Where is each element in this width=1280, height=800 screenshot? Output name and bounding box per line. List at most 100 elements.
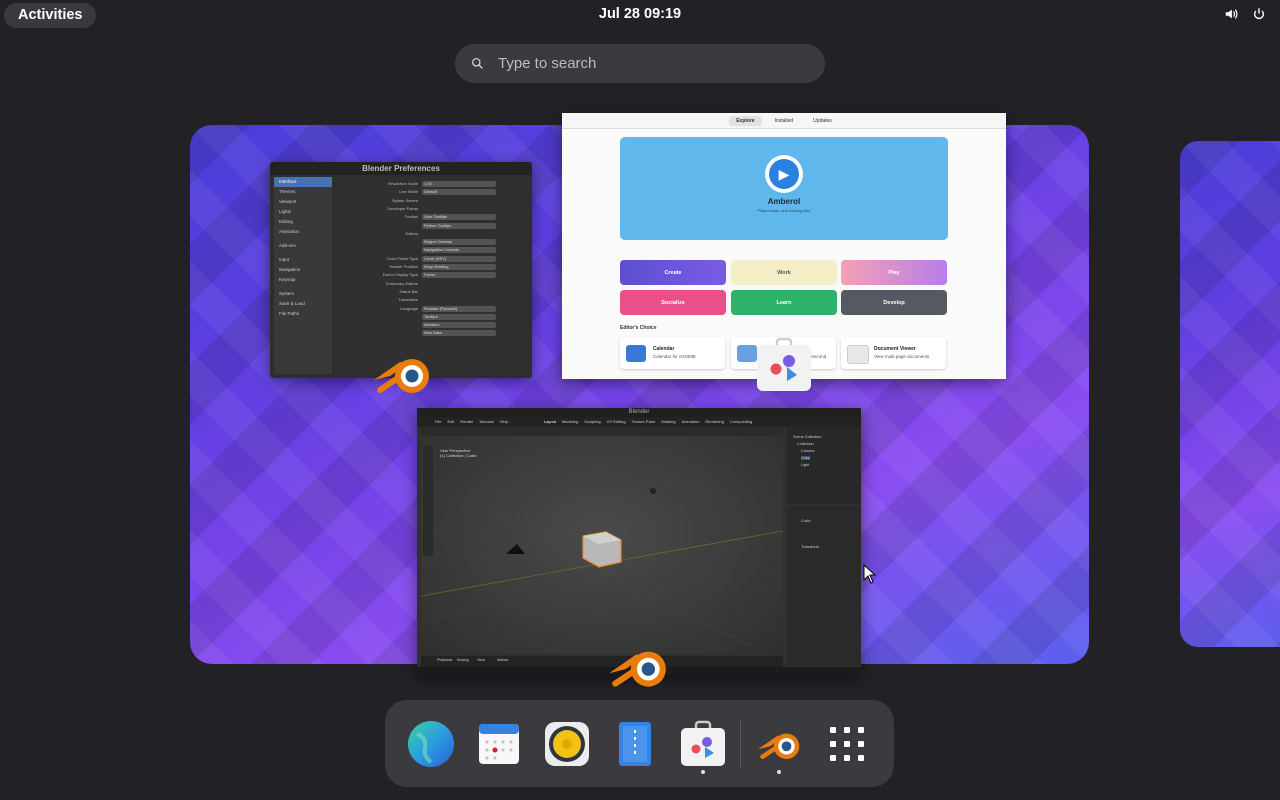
- prefs-sidebar-item[interactable]: Save & Load: [274, 299, 332, 309]
- search-bar[interactable]: [455, 44, 825, 83]
- tab-updates[interactable]: Updates: [806, 116, 839, 126]
- blender-menubar[interactable]: File Edit Render Window Help Layout Modeling Sc…: [417, 417, 861, 427]
- blender-workspace-tab[interactable]: Modeling: [562, 417, 578, 427]
- blender-menu-item[interactable]: Edit: [447, 417, 454, 427]
- outliner-item[interactable]: Scene Collection: [793, 435, 822, 439]
- prefs-sidebar-item[interactable]: Navigation: [274, 265, 332, 275]
- clock[interactable]: Jul 28 09:19: [560, 6, 720, 22]
- blender-icon: [609, 651, 666, 687]
- prefs-row-value[interactable]: Default: [422, 189, 496, 196]
- prefs-sidebar-item[interactable]: Editing: [274, 217, 332, 227]
- app-card-calendar[interactable]: Calendar Calendar for GNOME: [620, 337, 725, 369]
- tool-shelf[interactable]: [423, 446, 433, 556]
- properties-panel[interactable]: Cube Transform: [787, 506, 861, 666]
- blender-workspace-tab[interactable]: Rendering: [705, 417, 723, 427]
- software-icon[interactable]: [679, 720, 727, 768]
- globe-icon[interactable]: [407, 720, 455, 768]
- outliner-item[interactable]: Collection: [797, 442, 814, 446]
- blender-workspace-tab[interactable]: Layout: [544, 417, 556, 427]
- blender-menu-item[interactable]: Help: [500, 417, 508, 427]
- app-card-document-viewer[interactable]: Document Viewer View multi-page document…: [841, 337, 946, 369]
- app-grid-icon[interactable]: [823, 720, 871, 768]
- prefs-row-value[interactable]: Region Overlap: [422, 239, 496, 246]
- prefs-row-value[interactable]: New Data: [422, 330, 496, 337]
- prefs-sidebar-item[interactable]: Viewport: [274, 197, 332, 207]
- blender-icon: [374, 359, 429, 393]
- window-blender[interactable]: Blender File Edit Render Window Help Layout Mo…: [417, 408, 861, 675]
- outliner-item[interactable]: Cube: [801, 456, 811, 460]
- timeline-menu-item[interactable]: View: [477, 658, 485, 662]
- prefs-row-value[interactable]: Tooltips: [422, 313, 496, 320]
- blender-workspace-tab[interactable]: Animation: [682, 417, 700, 427]
- prefs-row-label: Line Width: [399, 189, 418, 195]
- prefs-sidebar-item[interactable]: Input: [274, 255, 332, 265]
- blender-menu-item[interactable]: File: [435, 417, 441, 427]
- prefs-body: Resolution Scale 1.00 Line Width Default Spl…: [336, 177, 528, 374]
- calendar-icon: [626, 345, 646, 362]
- prefs-row-value[interactable]: Factor: [422, 272, 496, 279]
- activities-button[interactable]: Activities: [4, 3, 97, 28]
- workspace-thumbnail-next[interactable]: [1180, 141, 1280, 647]
- prefs-sidebar-item[interactable]: Interface: [274, 177, 332, 187]
- prefs-row-value[interactable]: Circle (HSV): [422, 255, 496, 262]
- banner-name: Amberol: [767, 197, 801, 206]
- timeline-menu-item[interactable]: Marker: [497, 658, 509, 662]
- calendar-icon[interactable]: [475, 720, 523, 768]
- prefs-row-value[interactable]: Interface: [422, 322, 496, 329]
- 3d-viewport[interactable]: User Perspective (1) Collection | Cube: [420, 436, 784, 654]
- document-viewer-icon[interactable]: [611, 720, 659, 768]
- prefs-row-value[interactable]: Keep Existing: [422, 264, 496, 270]
- category-create[interactable]: Create: [620, 260, 726, 285]
- prefs-row-label: Tooltips: [404, 214, 418, 220]
- timeline[interactable]: Playback Keying View Marker: [421, 656, 783, 667]
- window-title: Blender Preferences: [270, 162, 532, 175]
- prefs-row-value[interactable]: Python Tooltips: [422, 222, 496, 229]
- category-socialize[interactable]: Socialize: [620, 290, 726, 315]
- prefs-row-value[interactable]: Navigation Controls: [422, 247, 496, 254]
- prefs-sidebar-item[interactable]: Keymap: [274, 275, 332, 285]
- blender-icon[interactable]: [755, 720, 803, 768]
- viewport-header[interactable]: [421, 427, 783, 436]
- amberol-logo: ▶: [765, 155, 803, 193]
- outliner-item[interactable]: Light: [801, 463, 809, 467]
- speaker-icon: [1225, 9, 1238, 19]
- blender-menu-item[interactable]: Window: [479, 417, 493, 427]
- featured-banner[interactable]: ▶ Amberol Plays music, and nothing else: [620, 137, 948, 240]
- category-work[interactable]: Work: [731, 260, 837, 285]
- prefs-sidebar-item[interactable]: Animation: [274, 227, 332, 237]
- search-input[interactable]: [496, 54, 800, 73]
- blender-workspace-tab[interactable]: Sculpting: [584, 417, 600, 427]
- prefs-sidebar-item[interactable]: Add-ons: [274, 241, 332, 251]
- outliner[interactable]: Scene Collection Collection Camera Cube Ligh…: [787, 427, 861, 504]
- tab-explore[interactable]: Explore: [729, 115, 762, 126]
- speaker-icon[interactable]: [543, 720, 591, 768]
- category-learn[interactable]: Learn: [731, 290, 837, 315]
- running-indicator: [701, 770, 705, 774]
- blender-workspace-tab[interactable]: Compositing: [730, 417, 752, 427]
- system-tray[interactable]: [1224, 7, 1266, 21]
- blender-menu-item[interactable]: Render: [460, 417, 473, 427]
- outliner-item[interactable]: Camera: [801, 449, 815, 453]
- blender-workspace-tab[interactable]: Texture Paint: [632, 417, 655, 427]
- category-develop[interactable]: Develop: [841, 290, 947, 315]
- prefs-row-value[interactable]: User Tooltips: [422, 214, 496, 221]
- prefs-row-value[interactable]: Russian (Русский): [422, 305, 496, 312]
- tab-installed[interactable]: Installed: [768, 116, 801, 126]
- dash-separator: [740, 720, 741, 768]
- prefs-sidebar-item[interactable]: Themes: [274, 187, 332, 197]
- timeline-menu-item[interactable]: Keying: [457, 658, 469, 662]
- mouse-cursor: [863, 564, 877, 584]
- top-bar: Activities Jul 28 09:19: [0, 0, 1280, 32]
- timeline-menu-item[interactable]: Playback: [437, 658, 452, 662]
- prefs-sidebar-item[interactable]: System: [274, 289, 332, 299]
- blender-workspace-tab[interactable]: Shading: [661, 417, 676, 427]
- blender-workspace-tab[interactable]: UV Editing: [607, 417, 626, 427]
- prefs-row-label: Factor Display Type: [382, 272, 418, 278]
- prefs-sidebar-item[interactable]: File Paths: [274, 309, 332, 319]
- prefs-row-value[interactable]: 1.00: [422, 181, 496, 187]
- prefs-sidebar-item[interactable]: Lights: [274, 207, 332, 217]
- window-blender-preferences[interactable]: Blender Preferences Interface Themes Viewp…: [270, 162, 532, 378]
- category-play[interactable]: Play: [841, 260, 947, 285]
- dash: [385, 700, 894, 787]
- card-title: Document Viewer: [874, 346, 916, 352]
